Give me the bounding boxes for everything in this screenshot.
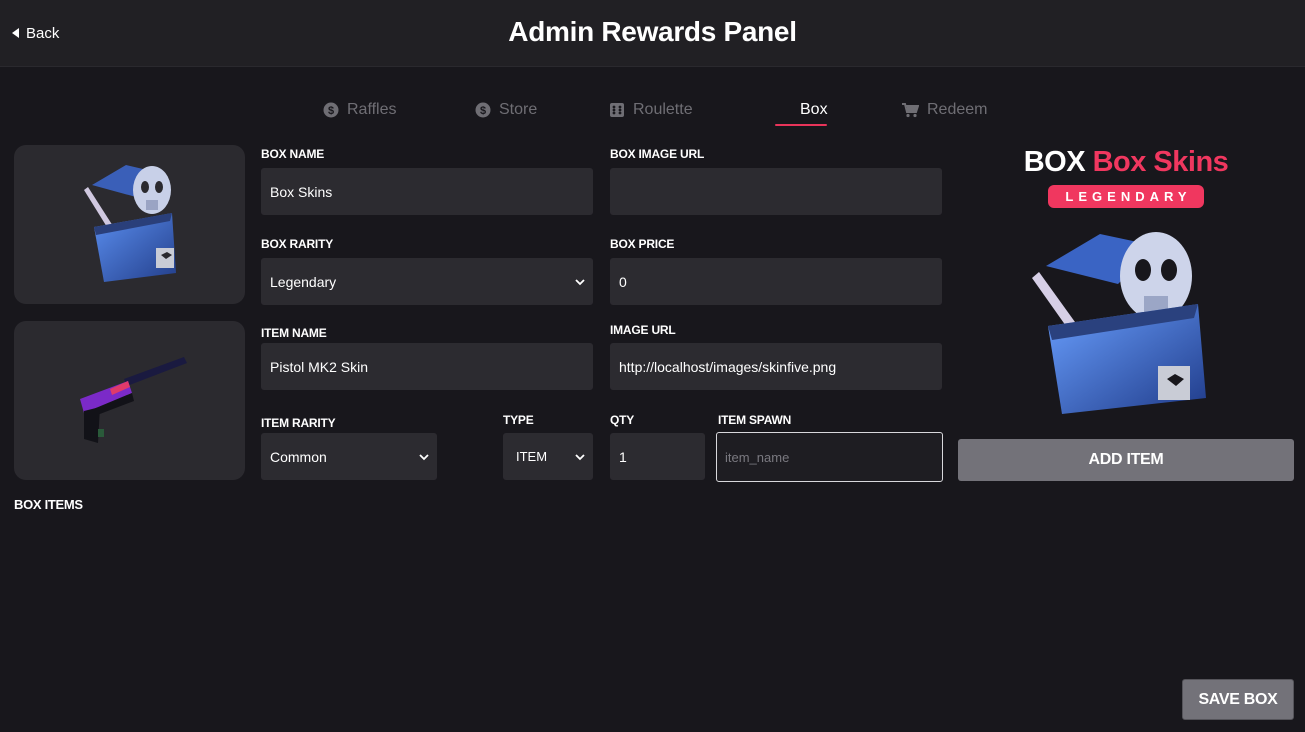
tab-store[interactable]: $ Store — [475, 96, 537, 124]
svg-text:$: $ — [328, 105, 334, 117]
box-preview-image — [1032, 232, 1206, 414]
box-image-url-label: BOX IMAGE URL — [610, 147, 705, 161]
tab-label: Store — [499, 101, 538, 118]
tab-redeem[interactable]: Redeem — [901, 96, 987, 124]
box-preview-title: BOX Box Skins — [958, 146, 1294, 179]
chevron-down-icon — [419, 453, 429, 460]
item-rarity-value: Common — [270, 448, 327, 465]
item-spawn-input[interactable]: item_name — [716, 432, 943, 482]
tab-label: Roulette — [633, 101, 693, 118]
header-bar: Back Admin Rewards Panel — [0, 0, 1305, 67]
box-price-input[interactable]: 0 — [610, 258, 942, 305]
svg-text:$: $ — [480, 105, 486, 117]
image-url-label: IMAGE URL — [610, 323, 676, 337]
chevron-down-icon — [575, 453, 585, 460]
box-name-value: Box Skins — [270, 183, 333, 200]
box-name-input[interactable]: Box Skins — [261, 168, 593, 215]
dice-icon — [610, 103, 624, 117]
item-name-input[interactable]: Pistol MK2 Skin — [261, 343, 593, 390]
item-spawn-label: ITEM SPAWN — [718, 413, 792, 427]
box-image — [84, 165, 176, 282]
chevron-down-icon — [575, 278, 585, 285]
box-rarity-label: BOX RARITY — [261, 237, 334, 251]
box-image-preview — [14, 145, 245, 304]
preview-prefix: BOX — [1023, 146, 1086, 178]
qty-input[interactable]: 1 — [610, 433, 705, 480]
tab-bar: $ Raffles $ Store Roulette Box Redeem — [0, 96, 1305, 126]
image-url-value: http://localhost/images/skinfive.png — [619, 358, 837, 375]
box-items-title: BOX ITEMS — [14, 497, 83, 512]
dollar-coin-icon: $ — [475, 102, 491, 118]
save-box-button[interactable]: SAVE BOX — [1182, 679, 1294, 720]
type-select[interactable]: ITEM — [503, 433, 593, 480]
item-rarity-select[interactable]: Common — [261, 433, 437, 480]
box-rarity-value: Legendary — [270, 273, 337, 290]
qty-value: 1 — [619, 448, 627, 465]
add-item-button[interactable]: ADD ITEM — [958, 439, 1294, 481]
item-rarity-label: ITEM RARITY — [261, 416, 336, 430]
pistol-skin-image — [80, 357, 187, 443]
tab-label: Box — [800, 101, 828, 118]
item-name-value: Pistol MK2 Skin — [270, 358, 369, 375]
item-spawn-placeholder: item_name — [725, 449, 790, 465]
item-image-preview — [14, 321, 245, 480]
dollar-coin-icon: $ — [323, 102, 339, 118]
preview-box-name: Box Skins — [1092, 146, 1229, 178]
tab-label: Raffles — [347, 101, 397, 118]
cart-icon — [902, 103, 919, 118]
box-rarity-select[interactable]: Legendary — [261, 258, 593, 305]
active-tab-indicator — [775, 124, 827, 126]
image-url-input[interactable]: http://localhost/images/skinfive.png — [610, 343, 942, 390]
qty-label: QTY — [610, 413, 635, 427]
tab-box[interactable]: Box — [800, 96, 828, 124]
page-title: Admin Rewards Panel — [508, 16, 797, 47]
tab-roulette[interactable]: Roulette — [609, 96, 693, 124]
type-value: ITEM — [516, 449, 548, 464]
box-name-label: BOX NAME — [261, 147, 325, 161]
box-image-url-input[interactable] — [610, 168, 942, 215]
rarity-badge: LEGENDARY — [1048, 185, 1204, 208]
tab-label: Redeem — [927, 101, 988, 118]
box-price-value: 0 — [619, 273, 627, 290]
tab-raffles[interactable]: $ Raffles — [323, 96, 397, 124]
box-price-label: BOX PRICE — [610, 237, 675, 251]
type-label: TYPE — [503, 413, 534, 427]
item-name-label: ITEM NAME — [261, 326, 327, 340]
